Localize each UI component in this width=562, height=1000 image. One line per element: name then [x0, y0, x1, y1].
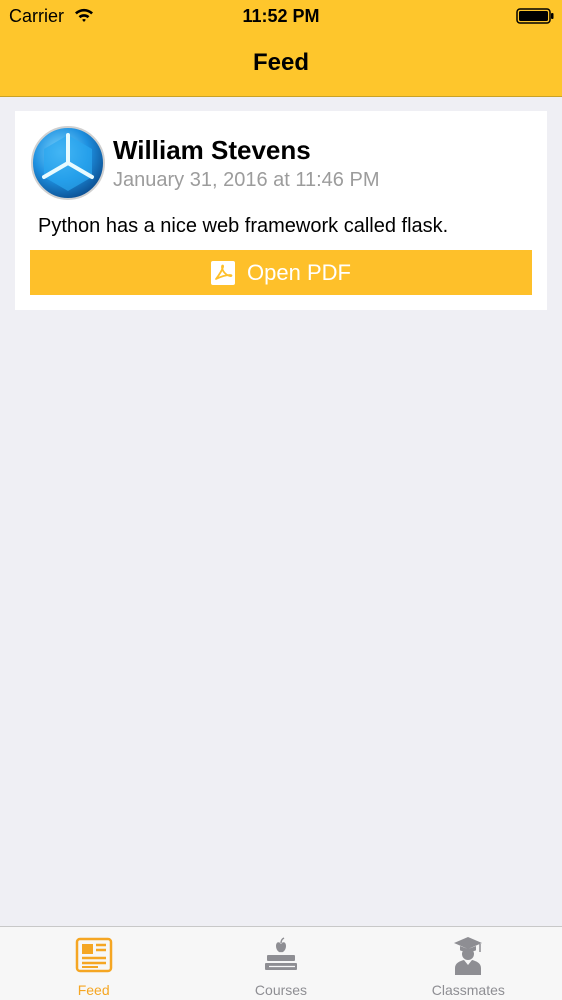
avatar[interactable] — [30, 125, 106, 201]
post-timestamp: January 31, 2016 at 11:46 PM — [113, 169, 380, 191]
open-pdf-label: Open PDF — [247, 259, 351, 285]
page-title: Feed — [252, 49, 309, 76]
post-text: Python has a nice web framework called f… — [38, 215, 449, 237]
status-bar: Carrier 11:52 PM — [0, 0, 562, 32]
feed-post-card: William Stevens January 31, 2016 at 11:4… — [15, 111, 547, 310]
tab-courses-label: Courses — [254, 982, 308, 998]
tab-feed[interactable]: Feed — [0, 927, 187, 1000]
open-pdf-button[interactable]: Open PDF — [30, 250, 532, 295]
newspaper-icon — [75, 937, 112, 973]
header: Carrier 11:52 PM Feed — [0, 0, 562, 97]
battery-icon — [516, 8, 554, 24]
tab-classmates[interactable]: Classmates — [375, 927, 562, 1000]
tab-bar: Feed Courses Classmates — [0, 926, 562, 1000]
tab-classmates-label: Classmates — [431, 982, 505, 998]
author-name[interactable]: William Stevens — [113, 135, 311, 165]
graduate-icon — [454, 937, 483, 975]
books-apple-icon — [264, 937, 297, 970]
tab-feed-label: Feed — [77, 982, 110, 998]
tab-courses[interactable]: Courses — [187, 927, 374, 1000]
clock: 11:52 PM — [242, 6, 320, 26]
pdf-icon — [211, 260, 236, 285]
